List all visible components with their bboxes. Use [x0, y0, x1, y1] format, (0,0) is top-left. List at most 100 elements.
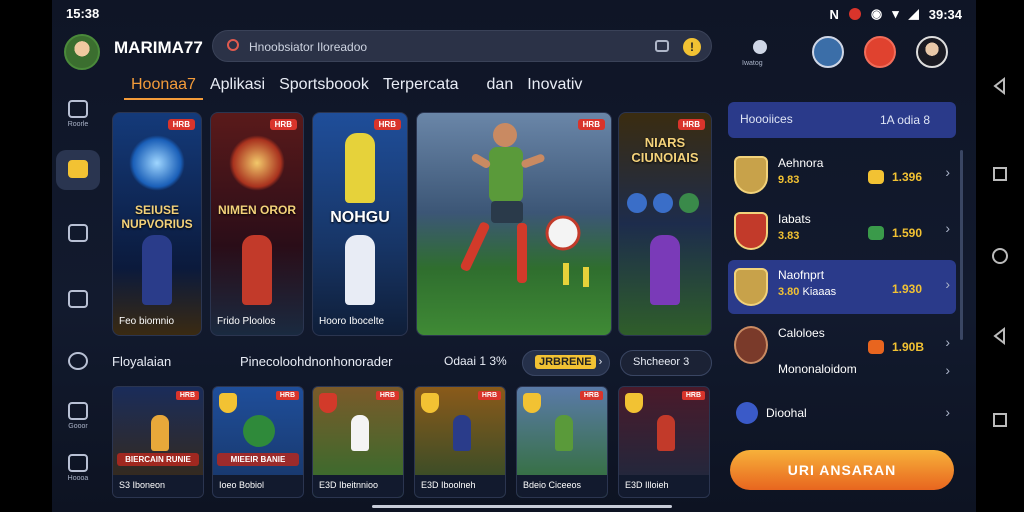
- team-name: Aehnora: [778, 156, 824, 170]
- featured-card[interactable]: HRB NIMEN OROR Frido Ploolos: [210, 112, 304, 336]
- rail-item-sports[interactable]: [56, 150, 100, 190]
- game-card[interactable]: HRB E3D Iboolneh: [414, 386, 506, 498]
- card-tag: HRB: [275, 391, 299, 400]
- club-crest-icon: [625, 393, 643, 413]
- card-tag: HRB: [175, 391, 199, 400]
- user-profile-avatar[interactable]: [916, 36, 948, 68]
- player-image: [650, 235, 680, 305]
- recents-icon[interactable]: [990, 410, 1010, 430]
- wifi-icon: ▾: [892, 6, 899, 21]
- team-name: Iabats: [778, 212, 811, 226]
- back-icon[interactable]: [990, 326, 1010, 346]
- game-card[interactable]: HRB MIEEIR BANIE Ioeo Bobiol: [212, 386, 304, 498]
- recents-icon[interactable]: [990, 164, 1010, 184]
- home-indicator[interactable]: [372, 505, 672, 508]
- section-subtitle: Pinecoloohdnonhonorader: [240, 354, 393, 369]
- panel-header[interactable]: Hoooiices 1A odia 8: [728, 102, 956, 138]
- trophy-icon: [68, 160, 88, 178]
- team-name: Dioohal: [766, 406, 807, 420]
- card-title: NIMEN OROR: [218, 203, 296, 217]
- signal-icon: ◢: [908, 6, 919, 21]
- card-caption: E3D Iboolneh: [415, 475, 505, 497]
- status-time: 15:38: [66, 6, 100, 21]
- more-icon: [68, 454, 88, 472]
- status-bar: 15:38 N ◉ ▾ ◢ 39:34: [52, 0, 976, 28]
- rail-item-money[interactable]: [56, 352, 100, 373]
- player-image: [555, 415, 573, 451]
- featured-card[interactable]: HRB NIARS CIUNOIAIS: [618, 112, 712, 336]
- card-tag: HRB: [477, 391, 501, 400]
- globe-icon: [736, 402, 758, 424]
- home-icon[interactable]: [990, 246, 1010, 266]
- card-tag: HRB: [375, 391, 399, 400]
- tab-terpercata[interactable]: Terpercata: [376, 72, 466, 100]
- filter-pill-schedule[interactable]: Shcheeor 3: [620, 350, 712, 376]
- user-avatar[interactable]: [64, 34, 100, 70]
- card-caption: Hooro Ibocelte: [319, 316, 385, 327]
- player-image: [345, 235, 375, 305]
- team-name: Mononaloidom: [778, 362, 857, 376]
- tab-dan[interactable]: dan: [480, 72, 521, 100]
- card-tag: HRB: [677, 119, 705, 130]
- game-card[interactable]: HRB BIERCAIN RUNIE S3 Iboneon: [112, 386, 204, 498]
- globe-emblem-icon: [129, 135, 185, 191]
- odds-row-selected[interactable]: Naofnprt 3.80 Kiaaas 1.930 ›: [728, 260, 956, 314]
- filter-pill-featured[interactable]: JRBRENE ›: [522, 350, 610, 376]
- featured-card[interactable]: HRB NOHGU Hooro Ibocelte: [312, 112, 408, 336]
- chevron-right-icon: ›: [945, 404, 950, 420]
- games-icon: [68, 402, 88, 420]
- player-image: [242, 235, 272, 305]
- money-icon: [868, 226, 884, 240]
- lock-icon: [68, 224, 88, 242]
- team-name: Naofnprt: [778, 268, 825, 282]
- card-caption: Ioeo Bobiol: [213, 475, 303, 497]
- player-image: [351, 415, 369, 451]
- rail-item-home[interactable]: Roorle: [56, 100, 100, 128]
- rail-item-lock[interactable]: [56, 224, 100, 245]
- tab-aplikasi[interactable]: Aplikasi: [203, 72, 272, 100]
- top-tabs: Hoonaa7 Aplikasi Sportsboook Terpercata …: [124, 72, 589, 100]
- app-frame: 15:38 N ◉ ▾ ◢ 39:34 MARIMA77 Hnoobsiator…: [52, 0, 976, 512]
- player-image: [151, 415, 169, 451]
- club-crest-icon: [421, 393, 439, 413]
- android-nav-bar: [976, 0, 1024, 512]
- cta-button[interactable]: URI ANSARAN: [730, 450, 954, 490]
- featured-card[interactable]: HRB SEIUSE NUPVORIUS Feo biomnio: [112, 112, 202, 336]
- camera-icon[interactable]: [655, 40, 669, 52]
- player-image: [142, 235, 172, 305]
- crest-emblem-icon: [229, 135, 285, 191]
- back-icon[interactable]: [990, 76, 1010, 96]
- soccer-player-illustration: [460, 123, 589, 287]
- panel-scrollbar[interactable]: [960, 150, 963, 340]
- player-image: [453, 415, 471, 451]
- featured-card-hero[interactable]: HRB: [416, 112, 612, 336]
- team-odds: 3.80 Kiaaas: [778, 286, 837, 298]
- odds-row[interactable]: Iabats 3.83 1.590 ›: [728, 204, 956, 258]
- section-odds: Odaai 1 3%: [444, 354, 507, 368]
- search-bar[interactable]: Hnoobsiator Iloreadoo !: [212, 30, 712, 62]
- game-card[interactable]: HRB E3D Ibeitnnioo: [312, 386, 404, 498]
- account-icon[interactable]: [812, 36, 844, 68]
- odds-value: 1.590: [892, 226, 923, 240]
- card-title: BIERCAIN RUNIE: [117, 453, 199, 466]
- pill-count: 3: [683, 356, 690, 368]
- alert-badge[interactable]: !: [683, 38, 701, 56]
- tab-inovativ[interactable]: Inovativ: [520, 72, 589, 100]
- game-card[interactable]: HRB E3D Illoieh: [618, 386, 710, 498]
- notification-icon: N: [829, 6, 839, 22]
- profile-icon-label: Iwatog: [742, 60, 763, 67]
- tab-home[interactable]: Hoonaa7: [124, 72, 203, 100]
- card-tag: HRB: [373, 119, 401, 130]
- panel-header-value: 1A odia 8: [879, 113, 930, 127]
- game-card[interactable]: HRB Bdeio Ciceeos: [516, 386, 608, 498]
- odds-row[interactable]: Aehnora 9.83 1.396 ›: [728, 148, 956, 202]
- rail-item-games[interactable]: Gooor: [56, 402, 100, 430]
- chevron-right-icon: ›: [945, 334, 950, 350]
- chevron-right-icon: ›: [945, 362, 950, 378]
- card-caption: Frido Ploolos: [217, 316, 276, 327]
- promo-icon[interactable]: [864, 36, 896, 68]
- rail-item-casino[interactable]: [56, 290, 100, 311]
- tab-sportsbook[interactable]: Sportsboook: [272, 72, 376, 100]
- rail-item-more[interactable]: Hoooa: [56, 454, 100, 482]
- odds-row[interactable]: Dioohal ›: [728, 394, 956, 448]
